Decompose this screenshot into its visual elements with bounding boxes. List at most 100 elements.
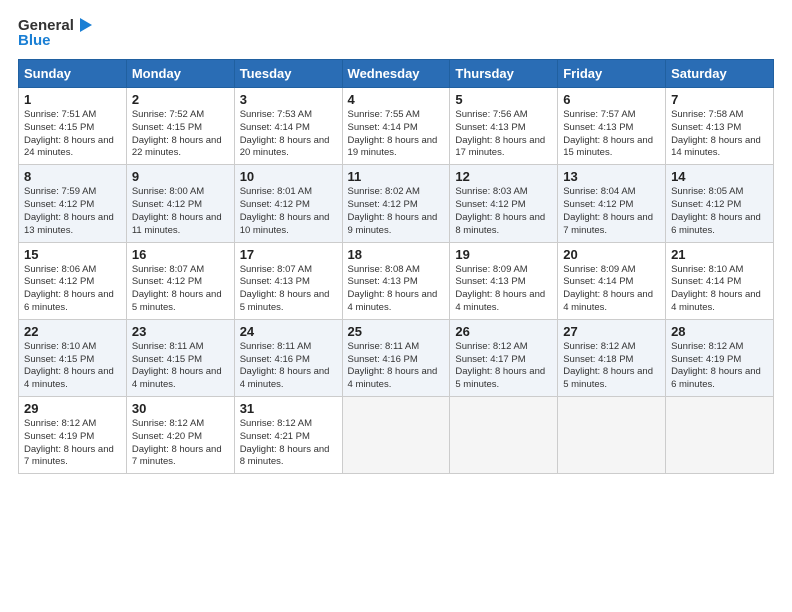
header-cell-thursday: Thursday (450, 60, 558, 88)
day-number: 28 (671, 324, 768, 339)
header-cell-sunday: Sunday (19, 60, 127, 88)
calendar-week-1: 1 Sunrise: 7:51 AMSunset: 4:15 PMDayligh… (19, 88, 774, 165)
day-number: 29 (24, 401, 121, 416)
day-number: 3 (240, 92, 337, 107)
calendar-cell (450, 397, 558, 474)
calendar-week-5: 29 Sunrise: 8:12 AMSunset: 4:19 PMDaylig… (19, 397, 774, 474)
calendar-cell: 24 Sunrise: 8:11 AMSunset: 4:16 PMDaylig… (234, 319, 342, 396)
day-number: 30 (132, 401, 229, 416)
calendar-cell: 9 Sunrise: 8:00 AMSunset: 4:12 PMDayligh… (126, 165, 234, 242)
day-number: 22 (24, 324, 121, 339)
calendar-cell: 16 Sunrise: 8:07 AMSunset: 4:12 PMDaylig… (126, 242, 234, 319)
calendar-cell: 3 Sunrise: 7:53 AMSunset: 4:14 PMDayligh… (234, 88, 342, 165)
page: General Blue SundayMondayTuesdayWednesda… (0, 0, 792, 612)
calendar-cell: 5 Sunrise: 7:56 AMSunset: 4:13 PMDayligh… (450, 88, 558, 165)
day-detail: Sunrise: 7:56 AMSunset: 4:13 PMDaylight:… (455, 109, 545, 158)
calendar-cell: 6 Sunrise: 7:57 AMSunset: 4:13 PMDayligh… (558, 88, 666, 165)
day-number: 17 (240, 247, 337, 262)
day-number: 5 (455, 92, 552, 107)
header-cell-wednesday: Wednesday (342, 60, 450, 88)
day-number: 24 (240, 324, 337, 339)
logo-arrow-icon (76, 16, 94, 34)
day-number: 26 (455, 324, 552, 339)
day-detail: Sunrise: 8:10 AMSunset: 4:14 PMDaylight:… (671, 264, 761, 313)
day-detail: Sunrise: 8:12 AMSunset: 4:19 PMDaylight:… (24, 418, 114, 467)
day-number: 11 (348, 169, 445, 184)
header-cell-friday: Friday (558, 60, 666, 88)
day-detail: Sunrise: 8:03 AMSunset: 4:12 PMDaylight:… (455, 186, 545, 235)
day-number: 6 (563, 92, 660, 107)
day-detail: Sunrise: 8:01 AMSunset: 4:12 PMDaylight:… (240, 186, 330, 235)
day-number: 9 (132, 169, 229, 184)
day-detail: Sunrise: 8:12 AMSunset: 4:17 PMDaylight:… (455, 341, 545, 390)
calendar-cell: 8 Sunrise: 7:59 AMSunset: 4:12 PMDayligh… (19, 165, 127, 242)
day-number: 31 (240, 401, 337, 416)
calendar-cell (666, 397, 774, 474)
day-detail: Sunrise: 8:07 AMSunset: 4:13 PMDaylight:… (240, 264, 330, 313)
day-detail: Sunrise: 8:08 AMSunset: 4:13 PMDaylight:… (348, 264, 438, 313)
logo-general: General (18, 17, 74, 34)
day-detail: Sunrise: 7:53 AMSunset: 4:14 PMDaylight:… (240, 109, 330, 158)
calendar-cell: 28 Sunrise: 8:12 AMSunset: 4:19 PMDaylig… (666, 319, 774, 396)
calendar-cell (558, 397, 666, 474)
day-detail: Sunrise: 7:52 AMSunset: 4:15 PMDaylight:… (132, 109, 222, 158)
day-detail: Sunrise: 8:11 AMSunset: 4:16 PMDaylight:… (348, 341, 438, 390)
calendar-cell: 2 Sunrise: 7:52 AMSunset: 4:15 PMDayligh… (126, 88, 234, 165)
day-detail: Sunrise: 8:00 AMSunset: 4:12 PMDaylight:… (132, 186, 222, 235)
day-detail: Sunrise: 8:02 AMSunset: 4:12 PMDaylight:… (348, 186, 438, 235)
day-detail: Sunrise: 8:09 AMSunset: 4:13 PMDaylight:… (455, 264, 545, 313)
calendar-cell: 18 Sunrise: 8:08 AMSunset: 4:13 PMDaylig… (342, 242, 450, 319)
calendar-cell: 11 Sunrise: 8:02 AMSunset: 4:12 PMDaylig… (342, 165, 450, 242)
calendar-cell: 29 Sunrise: 8:12 AMSunset: 4:19 PMDaylig… (19, 397, 127, 474)
calendar-cell: 20 Sunrise: 8:09 AMSunset: 4:14 PMDaylig… (558, 242, 666, 319)
header-cell-monday: Monday (126, 60, 234, 88)
logo-container: General Blue (18, 16, 94, 49)
calendar-cell: 7 Sunrise: 7:58 AMSunset: 4:13 PMDayligh… (666, 88, 774, 165)
logo-blue: Blue (18, 32, 51, 49)
calendar-cell: 15 Sunrise: 8:06 AMSunset: 4:12 PMDaylig… (19, 242, 127, 319)
calendar-cell: 23 Sunrise: 8:11 AMSunset: 4:15 PMDaylig… (126, 319, 234, 396)
day-detail: Sunrise: 8:12 AMSunset: 4:18 PMDaylight:… (563, 341, 653, 390)
calendar-cell: 21 Sunrise: 8:10 AMSunset: 4:14 PMDaylig… (666, 242, 774, 319)
day-number: 1 (24, 92, 121, 107)
day-detail: Sunrise: 7:57 AMSunset: 4:13 PMDaylight:… (563, 109, 653, 158)
day-number: 18 (348, 247, 445, 262)
day-detail: Sunrise: 8:07 AMSunset: 4:12 PMDaylight:… (132, 264, 222, 313)
calendar-cell: 19 Sunrise: 8:09 AMSunset: 4:13 PMDaylig… (450, 242, 558, 319)
calendar-week-2: 8 Sunrise: 7:59 AMSunset: 4:12 PMDayligh… (19, 165, 774, 242)
calendar-cell: 31 Sunrise: 8:12 AMSunset: 4:21 PMDaylig… (234, 397, 342, 474)
day-detail: Sunrise: 8:09 AMSunset: 4:14 PMDaylight:… (563, 264, 653, 313)
day-detail: Sunrise: 8:12 AMSunset: 4:20 PMDaylight:… (132, 418, 222, 467)
header-row: SundayMondayTuesdayWednesdayThursdayFrid… (19, 60, 774, 88)
calendar-cell: 22 Sunrise: 8:10 AMSunset: 4:15 PMDaylig… (19, 319, 127, 396)
calendar-cell: 4 Sunrise: 7:55 AMSunset: 4:14 PMDayligh… (342, 88, 450, 165)
day-number: 16 (132, 247, 229, 262)
calendar-cell: 12 Sunrise: 8:03 AMSunset: 4:12 PMDaylig… (450, 165, 558, 242)
calendar-cell: 1 Sunrise: 7:51 AMSunset: 4:15 PMDayligh… (19, 88, 127, 165)
calendar-cell: 27 Sunrise: 8:12 AMSunset: 4:18 PMDaylig… (558, 319, 666, 396)
day-number: 8 (24, 169, 121, 184)
calendar-week-4: 22 Sunrise: 8:10 AMSunset: 4:15 PMDaylig… (19, 319, 774, 396)
calendar-cell: 30 Sunrise: 8:12 AMSunset: 4:20 PMDaylig… (126, 397, 234, 474)
day-number: 25 (348, 324, 445, 339)
logo: General Blue (18, 16, 94, 49)
day-number: 13 (563, 169, 660, 184)
calendar-cell: 10 Sunrise: 8:01 AMSunset: 4:12 PMDaylig… (234, 165, 342, 242)
calendar-body: 1 Sunrise: 7:51 AMSunset: 4:15 PMDayligh… (19, 88, 774, 474)
day-number: 14 (671, 169, 768, 184)
day-number: 7 (671, 92, 768, 107)
day-detail: Sunrise: 7:59 AMSunset: 4:12 PMDaylight:… (24, 186, 114, 235)
day-number: 2 (132, 92, 229, 107)
day-number: 27 (563, 324, 660, 339)
calendar-cell: 13 Sunrise: 8:04 AMSunset: 4:12 PMDaylig… (558, 165, 666, 242)
calendar-table: SundayMondayTuesdayWednesdayThursdayFrid… (18, 59, 774, 474)
day-number: 21 (671, 247, 768, 262)
day-number: 4 (348, 92, 445, 107)
day-number: 12 (455, 169, 552, 184)
calendar-cell: 14 Sunrise: 8:05 AMSunset: 4:12 PMDaylig… (666, 165, 774, 242)
day-detail: Sunrise: 7:58 AMSunset: 4:13 PMDaylight:… (671, 109, 761, 158)
day-detail: Sunrise: 8:04 AMSunset: 4:12 PMDaylight:… (563, 186, 653, 235)
header-cell-tuesday: Tuesday (234, 60, 342, 88)
calendar-cell: 25 Sunrise: 8:11 AMSunset: 4:16 PMDaylig… (342, 319, 450, 396)
day-number: 23 (132, 324, 229, 339)
